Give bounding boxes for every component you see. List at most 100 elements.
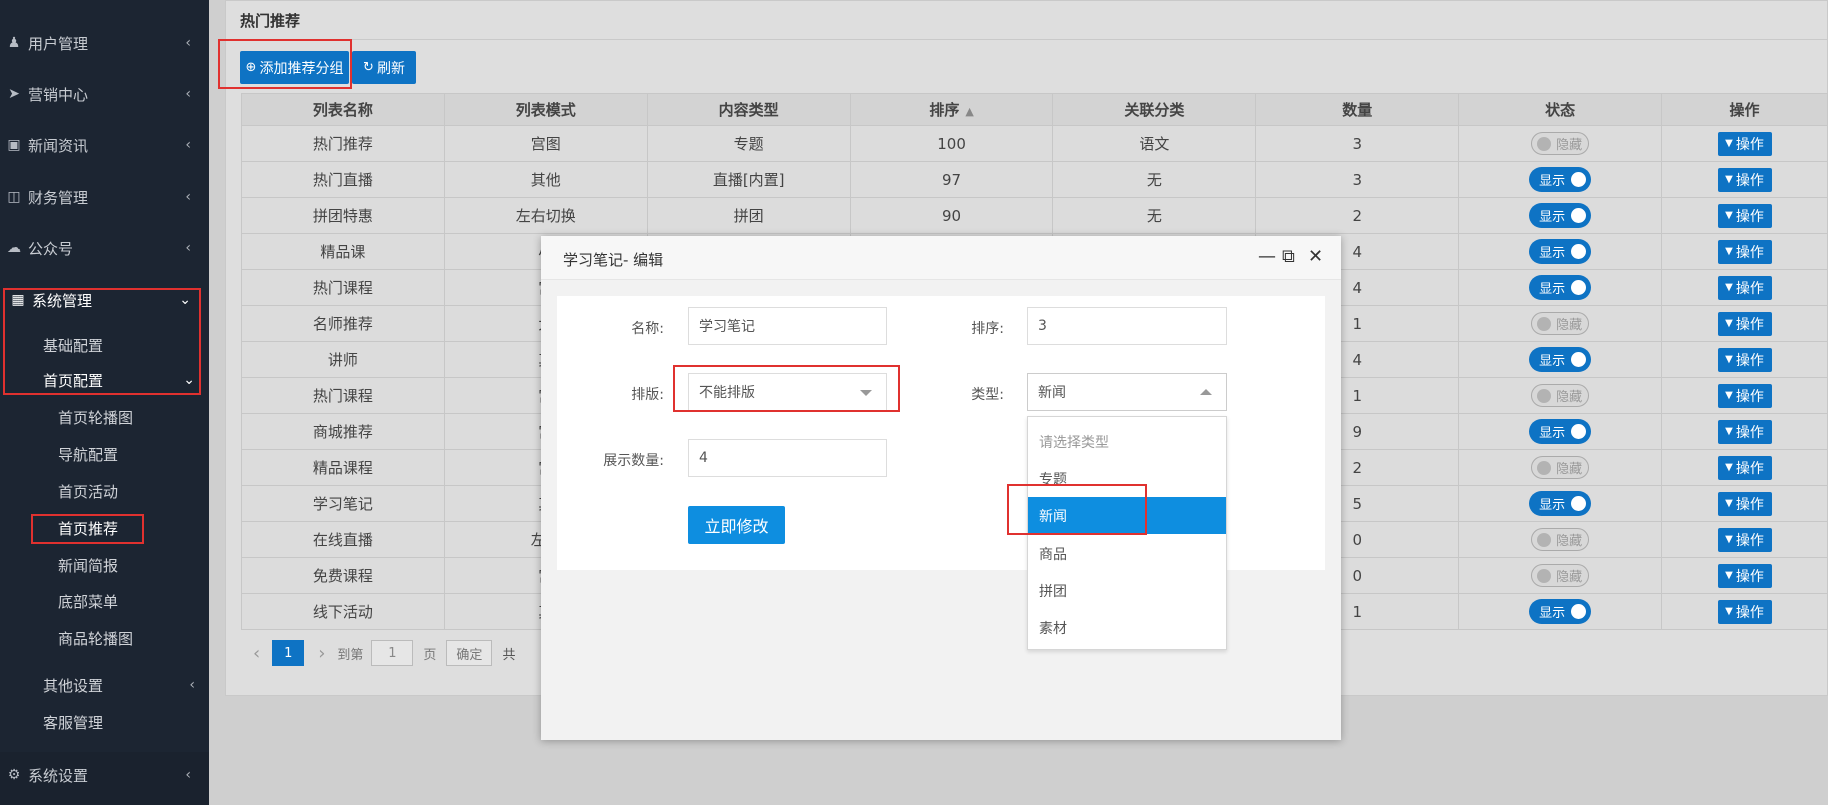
- sidebar-item-home-carousel[interactable]: 首页轮播图: [0, 400, 209, 434]
- action-dropdown-button[interactable]: ▼ 操作: [1717, 527, 1772, 552]
- type-select[interactable]: 新闻: [1027, 373, 1227, 411]
- sidebar-item-home-config[interactable]: 首页配置 ⌄: [0, 363, 209, 397]
- status-label: 隐藏: [1556, 462, 1583, 477]
- sidebar-item-news-brief[interactable]: 新闻简报: [0, 548, 209, 582]
- page-number-current[interactable]: 1: [272, 640, 305, 666]
- action-label: 操作: [1735, 568, 1764, 585]
- type-option-goods[interactable]: 商品: [1028, 535, 1226, 572]
- type-option-topic[interactable]: 专题: [1028, 460, 1226, 497]
- action-dropdown-button[interactable]: ▼ 操作: [1717, 131, 1772, 156]
- caret-down-icon: ▼: [1725, 426, 1733, 437]
- name-label: 名称:: [631, 321, 664, 337]
- status-toggle[interactable]: 隐藏: [1531, 564, 1590, 587]
- toggle-knob: [1571, 352, 1587, 367]
- refresh-button[interactable]: ↻ 刷新: [352, 51, 416, 84]
- status-toggle[interactable]: 隐藏: [1531, 528, 1590, 551]
- action-dropdown-button[interactable]: ▼ 操作: [1717, 455, 1772, 480]
- cell-count: 3: [1255, 161, 1460, 198]
- maximize-icon[interactable]: ⧉: [1282, 246, 1295, 267]
- status-label: 隐藏: [1556, 570, 1583, 585]
- menu-wechat[interactable]: ☁ 公众号 ‹: [0, 231, 209, 265]
- menu-finance[interactable]: ◫ 财务管理 ‹: [0, 180, 209, 214]
- chevron-left-icon: ‹: [189, 677, 195, 693]
- menu-user-management[interactable]: ♟ 用户管理 ‹: [0, 26, 209, 60]
- status-toggle[interactable]: 显示: [1529, 275, 1592, 300]
- status-toggle[interactable]: 显示: [1529, 239, 1592, 264]
- prev-page-icon[interactable]: ‹: [253, 643, 260, 664]
- action-dropdown-button[interactable]: ▼ 操作: [1717, 347, 1772, 372]
- status-toggle[interactable]: 隐藏: [1531, 384, 1590, 407]
- sidebar-item-customer-service[interactable]: 客服管理: [0, 705, 209, 739]
- toggle-knob: [1537, 532, 1552, 547]
- sidebar-item-nav-config[interactable]: 导航配置: [0, 437, 209, 471]
- count-input[interactable]: 4: [688, 439, 887, 477]
- sidebar-item-basic-config[interactable]: 基础配置: [0, 328, 209, 362]
- action-dropdown-button[interactable]: ▼ 操作: [1717, 167, 1772, 192]
- menu-news[interactable]: ▣ 新闻资讯 ‹: [0, 128, 209, 162]
- status-toggle[interactable]: 显示: [1529, 347, 1592, 372]
- action-label: 操作: [1735, 208, 1764, 225]
- status-toggle[interactable]: 显示: [1529, 203, 1592, 228]
- close-icon[interactable]: ✕: [1308, 246, 1323, 267]
- action-dropdown-button[interactable]: ▼ 操作: [1717, 491, 1772, 516]
- cell-action: ▼ 操作: [1661, 197, 1828, 234]
- goto-page-input[interactable]: 1: [371, 640, 414, 666]
- chevron-left-icon: ‹: [185, 86, 191, 102]
- cell-status: 隐藏: [1458, 305, 1663, 342]
- sidebar-item-bottom-menu[interactable]: 底部菜单: [0, 584, 209, 618]
- status-toggle[interactable]: 显示: [1529, 491, 1592, 516]
- status-toggle[interactable]: 显示: [1529, 167, 1592, 192]
- action-dropdown-button[interactable]: ▼ 操作: [1717, 383, 1772, 408]
- status-label: 显示: [1539, 174, 1566, 189]
- col-header-status: 状态: [1458, 93, 1663, 126]
- name-input[interactable]: 学习笔记: [688, 307, 887, 345]
- sidebar-item-home-recommend[interactable]: 首页推荐: [0, 511, 209, 545]
- sort-input[interactable]: 3: [1027, 307, 1227, 345]
- status-toggle[interactable]: 显示: [1529, 419, 1592, 444]
- toggle-knob: [1537, 316, 1552, 331]
- paper-plane-icon: ➤: [8, 86, 20, 102]
- type-option-news[interactable]: 新闻: [1028, 497, 1226, 534]
- status-toggle[interactable]: 显示: [1529, 599, 1592, 624]
- add-recommend-group-button[interactable]: ⊕ 添加推荐分组: [240, 51, 349, 84]
- sidebar-item-home-activity[interactable]: 首页活动: [0, 474, 209, 508]
- status-label: 显示: [1539, 282, 1566, 297]
- cell-status: 隐藏: [1458, 557, 1663, 594]
- action-dropdown-button[interactable]: ▼ 操作: [1717, 599, 1772, 624]
- caret-down-icon: ▼: [1725, 570, 1733, 581]
- plus-circle-icon: ⊕: [245, 60, 257, 75]
- toggle-knob: [1537, 460, 1552, 475]
- sidebar-item-goods-carousel[interactable]: 商品轮播图: [0, 621, 209, 655]
- type-option-placeholder[interactable]: 请选择类型: [1028, 423, 1226, 460]
- col-header-sort[interactable]: 排序 ▲︎: [849, 93, 1054, 126]
- action-dropdown-button[interactable]: ▼ 操作: [1717, 311, 1772, 336]
- status-toggle[interactable]: 隐藏: [1531, 132, 1590, 155]
- action-dropdown-button[interactable]: ▼ 操作: [1717, 563, 1772, 588]
- status-toggle[interactable]: 隐藏: [1531, 456, 1590, 479]
- caret-down-icon: ▼: [1725, 138, 1733, 149]
- cell-name: 线下活动: [241, 593, 445, 630]
- action-dropdown-button[interactable]: ▼ 操作: [1717, 419, 1772, 444]
- layout-select[interactable]: 不能排版: [688, 373, 887, 411]
- caret-down-icon: ▼: [1725, 498, 1733, 509]
- minimize-icon[interactable]: —: [1258, 246, 1276, 267]
- submit-button[interactable]: 立即修改: [688, 506, 785, 544]
- menu-system-settings[interactable]: ⚙ 系统设置 ‹: [0, 758, 209, 792]
- status-toggle[interactable]: 隐藏: [1531, 312, 1590, 335]
- chevron-left-icon: ‹: [185, 35, 191, 51]
- next-page-icon[interactable]: ›: [318, 643, 325, 664]
- cell-mode: 宫图: [443, 125, 648, 162]
- menu-marketing-center[interactable]: ➤ 营销中心 ‹: [0, 77, 209, 111]
- menu-system-management[interactable]: ▦ 系统管理 ⌄: [0, 283, 209, 317]
- type-option-material[interactable]: 素材: [1028, 609, 1226, 646]
- sort-icon[interactable]: ▲︎: [965, 105, 973, 118]
- action-dropdown-button[interactable]: ▼ 操作: [1717, 275, 1772, 300]
- status-label: 显示: [1539, 354, 1566, 369]
- goto-confirm-button[interactable]: 确定: [446, 640, 493, 666]
- status-label: 隐藏: [1556, 318, 1583, 333]
- sidebar-item-other-settings[interactable]: 其他设置 ‹: [0, 668, 209, 702]
- type-option-group-buy[interactable]: 拼团: [1028, 572, 1226, 609]
- action-dropdown-button[interactable]: ▼ 操作: [1717, 239, 1772, 264]
- action-dropdown-button[interactable]: ▼ 操作: [1717, 203, 1772, 228]
- cell-name: 名师推荐: [241, 305, 445, 342]
